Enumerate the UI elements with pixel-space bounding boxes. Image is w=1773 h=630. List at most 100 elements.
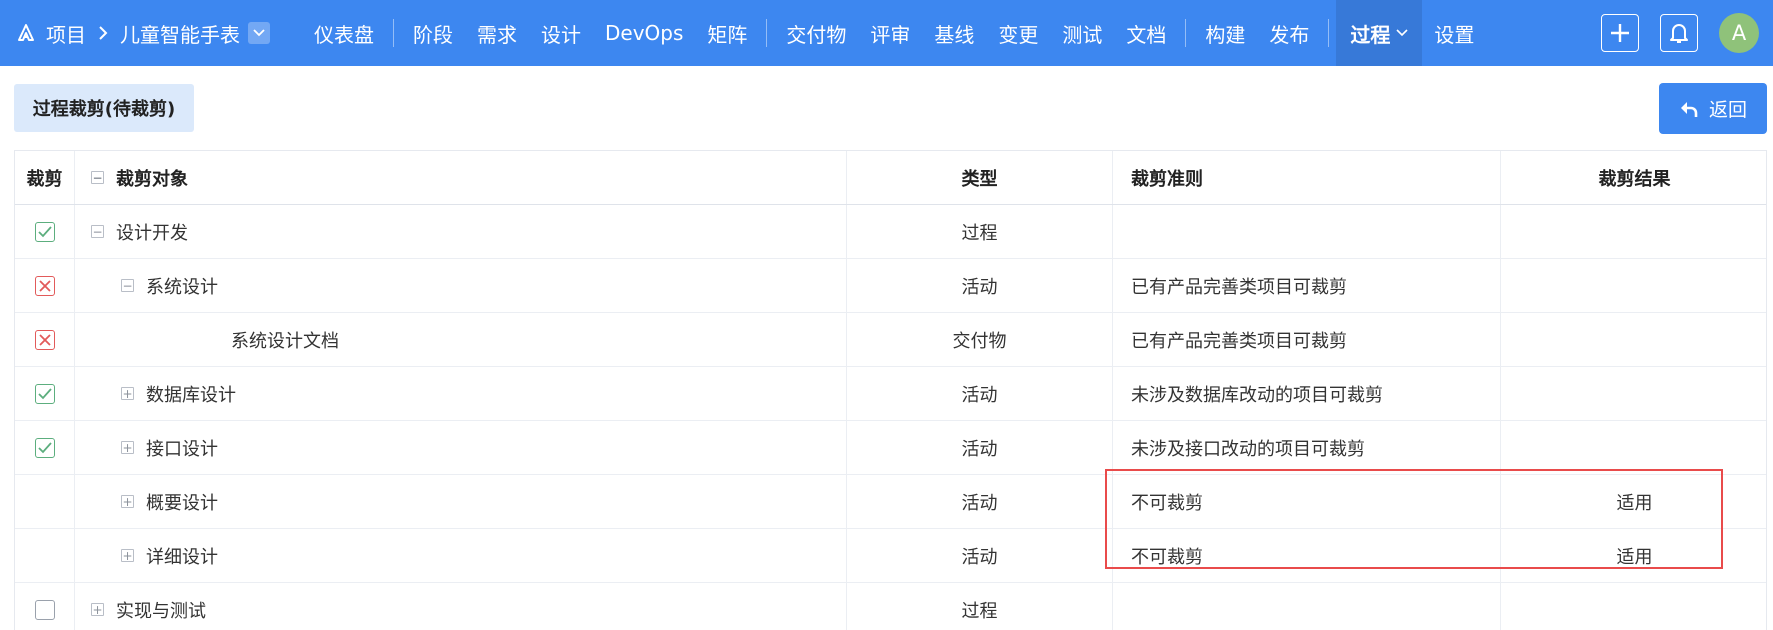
breadcrumb-project[interactable]: 儿童智能手表 [120, 19, 240, 48]
expand-icon[interactable]: + [121, 387, 134, 400]
nav-divider [393, 19, 394, 47]
type-cell: 活动 [847, 475, 1113, 528]
nav-item[interactable]: 设计 [529, 0, 593, 66]
bell-icon [1670, 24, 1688, 43]
project-switch-button[interactable] [248, 22, 270, 44]
cross-icon [38, 333, 51, 346]
back-button-label: 返回 [1708, 99, 1747, 121]
rule-cell: 不可裁剪 [1113, 529, 1501, 582]
check-icon [37, 441, 52, 453]
cut-checkbox-checked[interactable] [34, 383, 55, 404]
cut-checkbox-checked[interactable] [34, 437, 55, 458]
expand-icon[interactable]: + [121, 549, 134, 562]
nav-item[interactable]: 变更 [986, 0, 1050, 66]
rule-cell: 已有产品完善类项目可裁剪 [1113, 259, 1501, 312]
chevron-down-icon [1396, 29, 1408, 37]
result-cell [1501, 583, 1766, 630]
nav-item-label: 过程 [1350, 22, 1391, 47]
table-row[interactable]: − 设计开发 过程 [15, 205, 1766, 259]
nav-item[interactable]: 需求 [465, 0, 529, 66]
rule-cell: 已有产品完善类项目可裁剪 [1113, 313, 1501, 366]
user-avatar[interactable]: A [1719, 13, 1759, 53]
notification-button[interactable] [1660, 14, 1698, 52]
result-cell [1501, 205, 1766, 258]
nav-item[interactable]: 发布 [1257, 0, 1321, 66]
expand-icon[interactable]: + [121, 495, 134, 508]
main-nav: 仪表盘 阶段 需求 设计 DevOps 矩阵 交付物 评审 基线 变更 测试 文档 构建 发布 过程 设置 [302, 0, 1486, 66]
nav-item[interactable]: 仪表盘 [302, 0, 386, 66]
table-row[interactable]: + 接口设计 活动 未涉及接口改动的项目可裁剪 [15, 421, 1766, 475]
result-cell [1501, 313, 1766, 366]
rule-cell [1113, 205, 1501, 258]
nav-item[interactable]: 设置 [1422, 0, 1486, 66]
rule-cell: 不可裁剪 [1113, 475, 1501, 528]
table-header: 裁剪 − 裁剪对象 类型 裁剪准则 裁剪结果 [15, 151, 1766, 205]
check-icon [37, 225, 52, 237]
nav-item[interactable]: 文档 [1114, 0, 1178, 66]
header-rule[interactable]: 裁剪准则 [1113, 151, 1501, 204]
nav-item[interactable]: DevOps [593, 0, 695, 66]
nav-item[interactable]: 测试 [1050, 0, 1114, 66]
tailoring-table: 裁剪 − 裁剪对象 类型 裁剪准则 裁剪结果 − 设计开发 过程 − 系统设计 活动 已有产… [14, 150, 1767, 630]
cut-checkbox-checked[interactable] [34, 221, 55, 242]
collapse-icon[interactable]: − [91, 225, 104, 238]
header-type[interactable]: 类型 [847, 151, 1113, 204]
table-row[interactable]: 系统设计文档 交付物 已有产品完善类项目可裁剪 [15, 313, 1766, 367]
result-cell: 适用 [1616, 546, 1653, 568]
collapse-all-icon[interactable]: − [91, 171, 104, 184]
nav-item-label: 评审 [870, 22, 911, 47]
object-cell: − 设计开发 [75, 205, 847, 258]
expand-icon[interactable]: + [91, 603, 104, 616]
header-object-label: 裁剪对象 [116, 168, 188, 190]
top-actions: A [1601, 0, 1773, 66]
object-name: 数据库设计 [146, 384, 236, 406]
nav-item[interactable]: 过程 [1336, 0, 1423, 66]
nav-item-label: 交付物 [786, 22, 847, 47]
nav-item-label: 变更 [998, 22, 1039, 47]
add-button[interactable] [1601, 14, 1639, 52]
header-object[interactable]: − 裁剪对象 [75, 151, 847, 204]
plus-icon [1611, 24, 1629, 42]
breadcrumb-root[interactable]: 项目 [46, 19, 86, 48]
object-cell: + 详细设计 [75, 529, 847, 582]
expand-icon[interactable]: + [121, 441, 134, 454]
nav-item[interactable]: 基线 [922, 0, 986, 66]
table-row[interactable]: + 详细设计 活动 不可裁剪 适用 [15, 529, 1766, 583]
chevron-down-icon [253, 29, 265, 37]
type-cell: 交付物 [847, 313, 1113, 366]
rule-cell: 未涉及接口改动的项目可裁剪 [1113, 421, 1501, 474]
app-logo-icon [16, 23, 36, 43]
nav-item[interactable]: 构建 [1193, 0, 1257, 66]
collapse-icon[interactable]: − [121, 279, 134, 292]
header-result[interactable]: 裁剪结果 [1501, 151, 1766, 204]
back-button[interactable]: 返回 [1659, 83, 1767, 134]
rule-cell: 未涉及数据库改动的项目可裁剪 [1113, 367, 1501, 420]
type-cell: 活动 [847, 259, 1113, 312]
nav-item[interactable]: 阶段 [401, 0, 465, 66]
object-name: 接口设计 [146, 438, 218, 460]
table-row[interactable]: + 概要设计 活动 不可裁剪 适用 [15, 475, 1766, 529]
cut-cell [15, 259, 75, 312]
table-row[interactable]: − 系统设计 活动 已有产品完善类项目可裁剪 [15, 259, 1766, 313]
table-row[interactable]: + 数据库设计 活动 未涉及数据库改动的项目可裁剪 [15, 367, 1766, 421]
nav-item[interactable]: 评审 [858, 0, 922, 66]
object-name: 详细设计 [146, 546, 218, 568]
object-name: 系统设计文档 [231, 330, 339, 352]
nav-item[interactable]: 交付物 [774, 0, 858, 66]
cut-checkbox-empty[interactable] [34, 599, 55, 620]
cut-cell [15, 313, 75, 366]
result-cell [1501, 367, 1766, 420]
cut-cell [15, 529, 75, 582]
nav-item[interactable]: 矩阵 [695, 0, 759, 66]
object-cell: + 概要设计 [75, 475, 847, 528]
object-name: 实现与测试 [116, 600, 206, 622]
nav-item-label: 阶段 [413, 22, 453, 47]
header-cut[interactable]: 裁剪 [15, 151, 75, 204]
table-row[interactable]: + 实现与测试 过程 [15, 583, 1766, 630]
cut-checkbox-crossed[interactable] [34, 275, 55, 296]
page-title-tag: 过程裁剪(待裁剪) [14, 84, 194, 132]
nav-divider [1185, 19, 1187, 47]
cut-cell [15, 421, 75, 474]
cut-checkbox-crossed[interactable] [34, 329, 55, 350]
type-cell: 过程 [847, 205, 1113, 258]
